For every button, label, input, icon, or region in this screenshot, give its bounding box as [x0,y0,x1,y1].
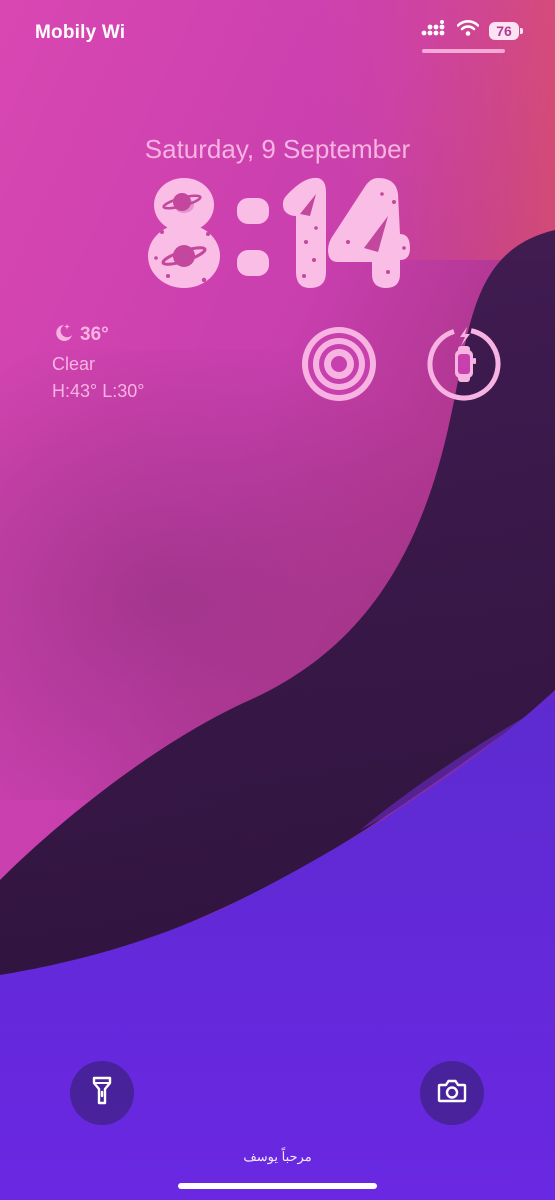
wifi-icon [456,20,480,41]
camera-button[interactable] [420,1061,484,1125]
moon-stars-icon [52,322,74,348]
weather-widget[interactable]: 36° Clear H:43° L:30° [52,322,144,402]
status-underline [422,49,505,53]
camera-icon [437,1078,467,1109]
watch-charging-icon [427,327,501,401]
carrier-name: Mobily Wi [35,22,126,43]
status-bar: Mobily Wi 76 [0,0,555,64]
flashlight-icon [92,1076,112,1111]
flashlight-button[interactable] [70,1061,134,1125]
watch-battery-widget[interactable] [425,325,503,403]
owner-greeting: مرحباً يوسف [243,1149,312,1164]
lock-clock [138,172,418,290]
home-indicator[interactable] [178,1183,377,1189]
lock-date: Saturday, 9 September [144,134,411,164]
weather-high-low: H:43° L:30° [52,381,145,401]
weather-condition: Clear [52,354,96,374]
target-rings-icon [302,327,376,401]
battery-indicator: 76 [489,21,523,40]
weather-temperature: 36° [80,324,109,345]
cellular-signal-icon [421,20,447,41]
focus-widget[interactable] [300,325,378,403]
